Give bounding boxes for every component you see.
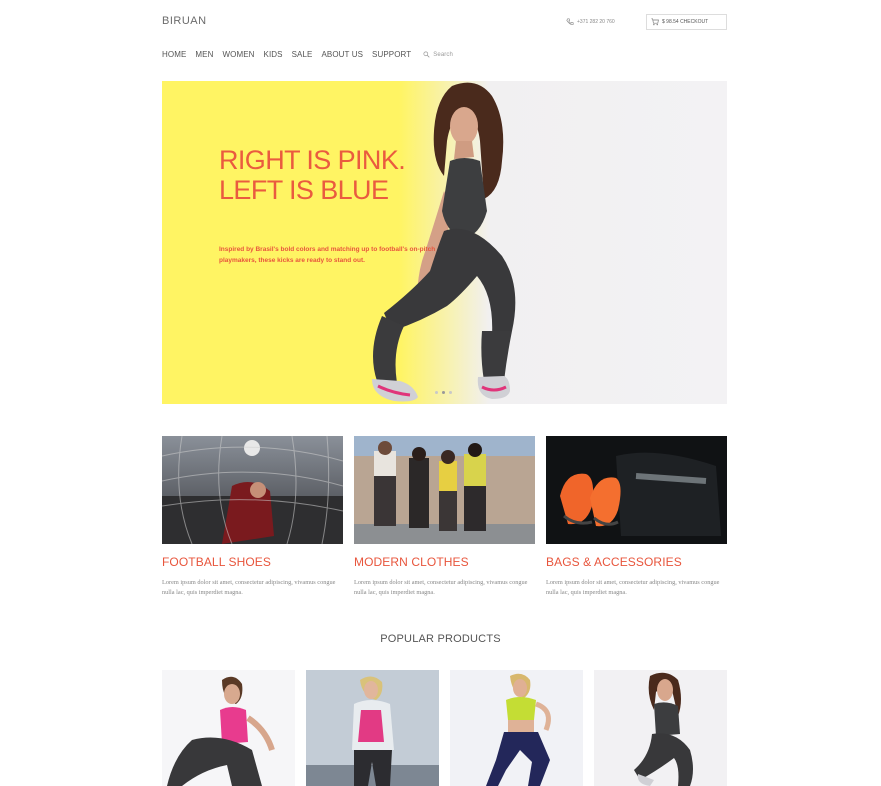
nav-item-women[interactable]: WOMEN bbox=[222, 50, 254, 59]
search-placeholder: Search bbox=[433, 51, 453, 58]
popular-products-title: POPULAR PRODUCTS bbox=[380, 633, 501, 645]
phone-text: +371 282 20 760 bbox=[577, 19, 615, 25]
bags-photo bbox=[546, 436, 727, 544]
product-card[interactable] bbox=[306, 670, 439, 786]
search-field[interactable]: Search bbox=[423, 51, 453, 58]
nav-item-about-us[interactable]: ABOUT US bbox=[321, 50, 363, 59]
slider-dot-active[interactable] bbox=[442, 391, 445, 394]
category-text: Lorem ipsum dolor sit amet, consectetur … bbox=[162, 579, 336, 596]
category-football-shoes[interactable]: FOOTBALL SHOES Lorem ipsum dolor sit ame… bbox=[162, 436, 343, 598]
clothes-photo bbox=[354, 436, 535, 544]
product-image[interactable] bbox=[162, 670, 295, 786]
football-photo bbox=[162, 436, 343, 544]
hero-title: RIGHT IS PINK. LEFT IS BLUE bbox=[219, 145, 406, 205]
hero-title-line-1: RIGHT IS PINK. bbox=[219, 145, 406, 175]
category-modern-clothes[interactable]: MODERN CLOTHES Lorem ipsum dolor sit ame… bbox=[354, 436, 535, 598]
product-card[interactable] bbox=[162, 670, 295, 786]
category-title[interactable]: MODERN CLOTHES bbox=[354, 555, 535, 569]
product-card[interactable] bbox=[450, 670, 583, 786]
nav-item-kids[interactable]: KIDS bbox=[264, 50, 283, 59]
nav-item-men[interactable]: MEN bbox=[195, 50, 213, 59]
product-card[interactable] bbox=[594, 670, 727, 786]
category-bags-accessories[interactable]: BAGS & ACCESSORIES Lorem ipsum dolor sit… bbox=[546, 436, 727, 598]
slider-dot[interactable] bbox=[435, 391, 438, 394]
football-image[interactable] bbox=[162, 436, 343, 544]
hero-slider[interactable]: RIGHT IS PINK. LEFT IS BLUE Inspired by … bbox=[162, 81, 727, 404]
slider-dots bbox=[435, 391, 452, 394]
product-image[interactable] bbox=[306, 670, 439, 786]
cart-icon bbox=[651, 18, 659, 26]
product-image[interactable] bbox=[594, 670, 727, 786]
site-logo[interactable]: BIRUAN bbox=[162, 15, 207, 27]
category-title[interactable]: FOOTBALL SHOES bbox=[162, 555, 343, 569]
nav-item-home[interactable]: HOME bbox=[162, 50, 186, 59]
category-text: Lorem ipsum dolor sit amet, consectetur … bbox=[354, 579, 528, 596]
nav-item-support[interactable]: SUPPORT bbox=[372, 50, 411, 59]
checkout-label: $ 98.54 CHECKOUT bbox=[662, 19, 709, 25]
nav-item-sale[interactable]: SALE bbox=[292, 50, 313, 59]
category-text: Lorem ipsum dolor sit amet, consectetur … bbox=[546, 579, 720, 596]
checkout-button[interactable]: $ 98.54 CHECKOUT bbox=[646, 14, 727, 30]
hero-subtitle: Inspired by Brasil's bold colors and mat… bbox=[219, 246, 436, 264]
bags-image[interactable] bbox=[546, 436, 727, 544]
slider-dot[interactable] bbox=[449, 391, 452, 394]
clothes-image[interactable] bbox=[354, 436, 535, 544]
product-image[interactable] bbox=[450, 670, 583, 786]
hero-title-line-2: LEFT IS BLUE bbox=[219, 175, 389, 205]
phone-number: +371 282 20 760 bbox=[566, 18, 615, 26]
category-title[interactable]: BAGS & ACCESSORIES bbox=[546, 555, 727, 569]
phone-icon bbox=[566, 18, 574, 25]
main-nav: HOME MEN WOMEN KIDS SALE ABOUT US SUPPOR… bbox=[162, 50, 453, 59]
hero-model-image bbox=[372, 82, 516, 402]
search-icon bbox=[423, 51, 430, 58]
